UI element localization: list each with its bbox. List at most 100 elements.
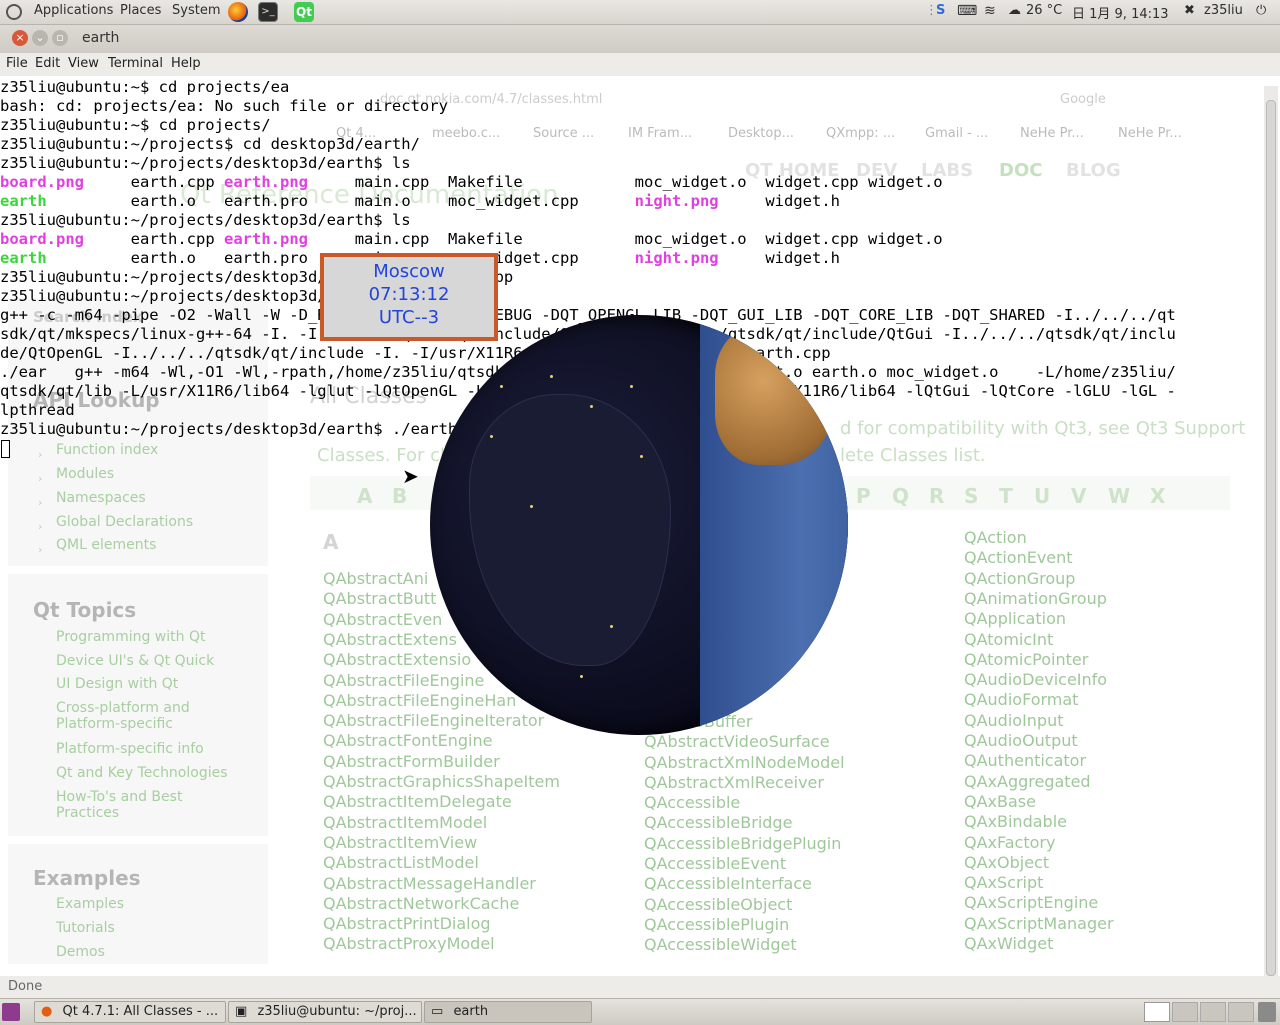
- letter-r[interactable]: R: [929, 484, 944, 508]
- scrollbar-thumb[interactable]: [1266, 100, 1276, 976]
- task-earth[interactable]: ▭ earth: [424, 1001, 592, 1023]
- workspace-4[interactable]: [1228, 1002, 1254, 1022]
- class-link[interactable]: QAbstractXmlReceiver: [644, 773, 824, 792]
- class-link[interactable]: QAbstractItemView: [323, 833, 477, 852]
- task-firefox[interactable]: ● Qt 4.7.1: All Classes - ...: [34, 1001, 226, 1023]
- class-link[interactable]: QAxScriptEngine: [964, 893, 1098, 912]
- class-link[interactable]: QAccessiblePlugin: [644, 915, 789, 934]
- menu-view[interactable]: View: [68, 56, 99, 71]
- topic-key-technologies[interactable]: Qt and Key Technologies: [56, 765, 228, 781]
- class-link[interactable]: QAbstractButt: [323, 589, 436, 608]
- class-link[interactable]: QAudioInput: [964, 711, 1064, 730]
- class-link[interactable]: QAxFactory: [964, 833, 1055, 852]
- class-link[interactable]: QAxScriptManager: [964, 914, 1114, 933]
- link-demos[interactable]: Demos: [56, 944, 105, 960]
- class-link[interactable]: QAbstractAni: [323, 569, 428, 588]
- letter-x[interactable]: X: [1150, 484, 1165, 508]
- class-link[interactable]: QAbstractExtensio: [323, 650, 471, 669]
- class-link[interactable]: QAbstractListModel: [323, 853, 479, 872]
- class-link[interactable]: QAbstractFileEngineIterator: [323, 711, 544, 730]
- workspace-1[interactable]: [1144, 1002, 1170, 1022]
- class-link[interactable]: QApplication: [964, 609, 1066, 628]
- system-menu[interactable]: System: [172, 3, 220, 18]
- workspace-3[interactable]: [1200, 1002, 1226, 1022]
- class-link[interactable]: QAccessibleInterface: [644, 874, 812, 893]
- topic-programming[interactable]: Programming with Qt: [56, 629, 205, 645]
- minimize-window-icon[interactable]: ⌄: [32, 30, 48, 46]
- topic-cross-platform[interactable]: Cross-platform and Platform-specific: [56, 700, 226, 732]
- class-link[interactable]: QAxObject: [964, 853, 1049, 872]
- class-link[interactable]: QAbstractProxyModel: [323, 934, 495, 953]
- wifi-tray-icon[interactable]: ≋: [984, 3, 996, 19]
- class-link[interactable]: QAction: [964, 528, 1027, 547]
- weather-temperature[interactable]: 26 °C: [1026, 3, 1062, 18]
- class-link[interactable]: QAbstractFormBuilder: [323, 752, 500, 771]
- window-titlebar[interactable]: × ⌄ ▫ earth: [0, 25, 1280, 53]
- class-link[interactable]: QAccessibleWidget: [644, 935, 797, 954]
- skype-tray-icon[interactable]: S: [936, 3, 945, 18]
- link-qml-elements[interactable]: QML elements: [56, 537, 156, 553]
- class-link[interactable]: QAxScript: [964, 873, 1043, 892]
- class-link[interactable]: QAbstractPrintDialog: [323, 914, 491, 933]
- class-link[interactable]: QAbstractMessageHandler: [323, 874, 536, 893]
- trash-icon[interactable]: [1258, 1002, 1276, 1022]
- class-link[interactable]: QAccessible: [644, 793, 740, 812]
- power-icon[interactable]: ⏻: [1256, 3, 1266, 18]
- class-link[interactable]: QAxAggregated: [964, 772, 1091, 791]
- class-link[interactable]: QAbstractItemDelegate: [323, 792, 512, 811]
- class-link[interactable]: QAbstractVideoSurface: [644, 732, 830, 751]
- letter-a[interactable]: A: [357, 484, 372, 508]
- class-link[interactable]: QAbstractExtens: [323, 630, 457, 649]
- letter-w[interactable]: W: [1108, 484, 1130, 508]
- class-link[interactable]: QAbstractGraphicsShapeItem: [323, 772, 560, 791]
- menu-file[interactable]: File: [6, 56, 28, 71]
- class-link[interactable]: QAbstractFontEngine: [323, 731, 492, 750]
- firefox-launcher-icon[interactable]: [228, 2, 248, 22]
- class-link[interactable]: QAbstractFileEngineHan: [323, 691, 516, 710]
- class-link[interactable]: QAccessibleBridgePlugin: [644, 834, 841, 853]
- letter-p[interactable]: P: [856, 484, 871, 508]
- class-link[interactable]: QAtomicInt: [964, 630, 1053, 649]
- class-link[interactable]: QAudioDeviceInfo: [964, 670, 1107, 689]
- applications-menu[interactable]: Applications: [34, 3, 113, 18]
- class-link[interactable]: QAxWidget: [964, 934, 1053, 953]
- class-link[interactable]: QAudioOutput: [964, 731, 1078, 750]
- class-link[interactable]: QAbstractItemModel: [323, 813, 487, 832]
- topic-device-ui[interactable]: Device UI's & Qt Quick: [56, 653, 214, 669]
- link-tutorials[interactable]: Tutorials: [56, 920, 115, 936]
- class-link[interactable]: QAudioFormat: [964, 690, 1078, 709]
- topic-ui-design[interactable]: UI Design with Qt: [56, 676, 178, 692]
- class-link[interactable]: QAtomicPointer: [964, 650, 1088, 669]
- letter-v[interactable]: V: [1071, 484, 1086, 508]
- menu-terminal[interactable]: Terminal: [108, 56, 163, 71]
- class-link[interactable]: QAccessibleObject: [644, 895, 792, 914]
- class-link[interactable]: QAbstractFileEngine: [323, 671, 484, 690]
- link-function-index[interactable]: Function index: [56, 442, 158, 458]
- class-link[interactable]: QAxBindable: [964, 812, 1067, 831]
- class-link[interactable]: QAuthenticator: [964, 751, 1086, 770]
- ubuntu-logo-icon[interactable]: [6, 4, 22, 20]
- class-link[interactable]: QAbstractEven: [323, 610, 442, 629]
- class-link[interactable]: QActionEvent: [964, 548, 1073, 567]
- link-modules[interactable]: Modules: [56, 466, 114, 482]
- qt-creator-launcher-icon[interactable]: Qt: [294, 2, 314, 22]
- link-namespaces[interactable]: Namespaces: [56, 490, 146, 506]
- places-menu[interactable]: Places: [120, 3, 161, 18]
- letter-q[interactable]: Q: [892, 484, 909, 508]
- topic-platform-specific[interactable]: Platform-specific info: [56, 741, 204, 757]
- clock-datetime[interactable]: 日 1月 9, 14:13: [1072, 3, 1169, 22]
- keyboard-tray-icon[interactable]: ⌨: [957, 3, 977, 19]
- letter-u[interactable]: U: [1034, 484, 1050, 508]
- show-desktop-icon[interactable]: [2, 1003, 20, 1021]
- user-name[interactable]: z35liu: [1204, 3, 1243, 18]
- letter-t[interactable]: T: [999, 484, 1013, 508]
- class-link[interactable]: QAccessibleEvent: [644, 854, 786, 873]
- class-link[interactable]: QAccessibleBridge: [644, 813, 792, 832]
- workspace-2[interactable]: [1172, 1002, 1198, 1022]
- terminal-launcher-icon[interactable]: >_: [258, 2, 278, 22]
- task-terminal[interactable]: ▣ z35liu@ubuntu: ~/proj...: [228, 1001, 422, 1023]
- class-link[interactable]: QAbstractNetworkCache: [323, 894, 519, 913]
- maximize-window-icon[interactable]: ▫: [52, 30, 68, 46]
- class-link[interactable]: QAbstractXmlNodeModel: [644, 753, 845, 772]
- class-link[interactable]: QActionGroup: [964, 569, 1075, 588]
